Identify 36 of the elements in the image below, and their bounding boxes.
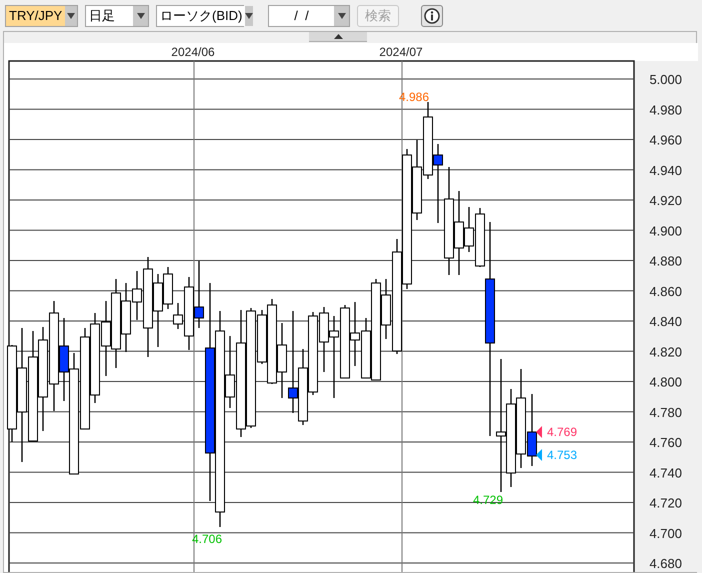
price-axis-label: 4.800 <box>649 374 682 390</box>
date-label: 2024/06 <box>171 45 215 59</box>
price-axis-label: 4.920 <box>649 193 682 208</box>
price-axis-label: 4.960 <box>649 132 682 148</box>
candlestick <box>121 283 131 352</box>
price-annotation: 4.706 <box>192 532 222 546</box>
collapse-arrow-icon <box>334 34 342 39</box>
price-axis-label: 4.700 <box>649 526 682 541</box>
price-axis-label: 4.780 <box>649 404 682 420</box>
price-axis-label: 4.880 <box>649 254 682 268</box>
date-select[interactable]: / / <box>268 4 350 26</box>
price-axis-label: 4.840 <box>649 314 682 329</box>
price-axis-label: 4.680 <box>649 556 682 571</box>
price-annotation: 4.986 <box>398 90 430 104</box>
candlestick <box>319 307 329 372</box>
price-axis-label: 4.760 <box>649 435 682 450</box>
date-label: 2024/07 <box>379 45 423 59</box>
price-axis-label: 4.900 <box>649 223 682 238</box>
date-value: / / <box>293 6 310 24</box>
price-axis-label: 4.940 <box>649 162 682 178</box>
price-marker-label: 4.769 <box>547 425 578 439</box>
price-axis-label: 4.820 <box>649 344 682 360</box>
info-icon <box>424 8 440 24</box>
price-axis-label: 4.860 <box>649 284 682 299</box>
collapse-button[interactable] <box>309 32 367 42</box>
candlestick <box>350 302 360 366</box>
currency-pair-select[interactable]: TRY/JPY <box>5 4 78 26</box>
info-button[interactable] <box>421 4 443 26</box>
price-axis-label: 4.980 <box>649 102 682 118</box>
price-axis-label: 4.720 <box>649 496 682 510</box>
price-axis-label: 4.740 <box>649 465 682 480</box>
period-select[interactable]: 日足 <box>85 4 149 26</box>
candlestick <box>527 394 537 466</box>
select-value: TRY/JPY <box>6 6 66 26</box>
price-axis-label: 5.000 <box>649 72 682 87</box>
price-marker-label: 4.753 <box>547 448 578 462</box>
